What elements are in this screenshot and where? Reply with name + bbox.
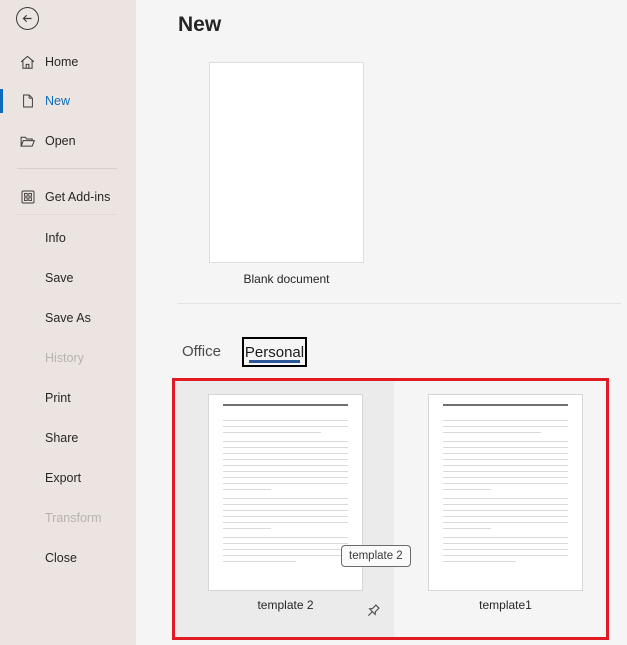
open-folder-icon	[19, 133, 36, 150]
sidebar-item-label: Open	[45, 134, 76, 148]
word-backstage-new-screen: Home New Open Get Add-ins Info Save Save…	[0, 0, 627, 645]
thumbnail-text-block	[223, 441, 348, 490]
thumbnail-title-line	[223, 404, 348, 406]
pin-button[interactable]	[362, 601, 383, 622]
sidebar-item-print[interactable]: Print	[0, 383, 136, 413]
tab-personal[interactable]: Personal	[242, 337, 307, 367]
template-card-template1[interactable]	[428, 394, 583, 591]
sidebar-item-label: Info	[45, 231, 66, 245]
thumbnail-text-block	[223, 498, 348, 529]
sidebar-item-open[interactable]: Open	[0, 126, 136, 156]
sidebar-item-label: Home	[45, 55, 79, 69]
thumbnail-title-line	[443, 404, 568, 406]
thumbnail-text-block	[443, 498, 568, 529]
back-button[interactable]	[16, 7, 39, 30]
sidebar-item-share[interactable]: Share	[0, 423, 136, 453]
sidebar-item-transform: Transform	[0, 503, 136, 533]
thumbnail-text-block	[443, 420, 568, 433]
sidebar-item-label: New	[45, 94, 71, 108]
sidebar-item-info[interactable]: Info	[0, 223, 136, 253]
sidebar-item-label: Share	[45, 431, 79, 445]
pin-icon	[363, 602, 382, 621]
sidebar-item-label: Save	[45, 271, 74, 285]
thumbnail-text-block	[223, 537, 348, 562]
section-divider	[178, 303, 621, 304]
sidebar-item-label: Print	[45, 391, 71, 405]
sidebar-item-get-add-ins[interactable]: Get Add-ins	[0, 182, 136, 212]
sidebar-divider	[17, 168, 117, 169]
tab-selected-underline	[249, 360, 300, 363]
sidebar-item-label: History	[45, 351, 84, 365]
thumbnail-text-block	[443, 537, 568, 562]
sidebar-item-history: History	[0, 343, 136, 373]
tab-personal-label: Personal	[244, 343, 305, 361]
template-label: template1	[479, 598, 532, 612]
sidebar-item-label: Export	[45, 471, 82, 485]
sidebar-item-save-as[interactable]: Save As	[0, 303, 136, 333]
sidebar-item-close[interactable]: Close	[0, 543, 136, 573]
backstage-sidebar: Home New Open Get Add-ins Info Save Save…	[0, 0, 136, 645]
sidebar-divider	[17, 214, 117, 215]
thumbnail-text-block	[223, 420, 348, 433]
sidebar-item-label: Close	[45, 551, 77, 565]
sidebar-item-export[interactable]: Export	[0, 463, 136, 493]
blank-document-label: Blank document	[243, 272, 330, 286]
sidebar-item-label: Transform	[45, 511, 102, 525]
new-document-pane: New Blank document Office Personal templ…	[136, 0, 627, 645]
thumbnail-text-block	[443, 441, 568, 490]
sidebar-item-new[interactable]: New	[0, 86, 136, 116]
page-title: New	[178, 13, 222, 36]
sidebar-item-label: Get Add-ins	[45, 190, 111, 204]
tooltip: template 2	[341, 545, 411, 567]
back-arrow-icon	[21, 12, 34, 25]
sidebar-item-label: Save As	[45, 311, 91, 325]
template-card-template-2[interactable]	[208, 394, 363, 591]
template-label: template 2	[257, 598, 314, 612]
home-icon	[19, 54, 36, 71]
sidebar-item-save[interactable]: Save	[0, 263, 136, 293]
add-ins-grid-icon	[19, 189, 36, 206]
tab-office[interactable]: Office	[182, 343, 221, 361]
new-document-icon	[19, 93, 36, 110]
blank-document-card[interactable]	[209, 62, 364, 263]
sidebar-item-home[interactable]: Home	[0, 47, 136, 77]
